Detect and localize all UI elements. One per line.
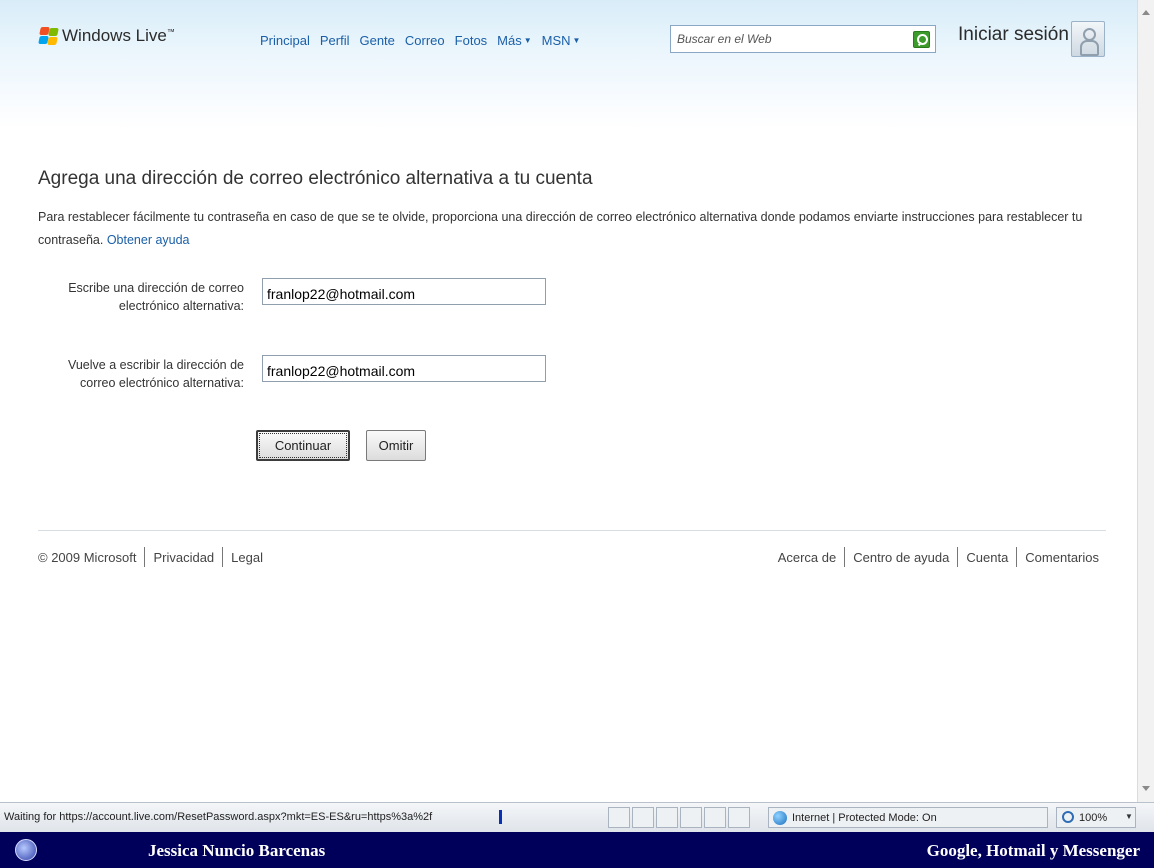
footer-separator — [144, 547, 146, 567]
nav-perfil[interactable]: Perfil — [320, 33, 350, 48]
confirm-email-label: Vuelve a escribir la dirección de correo… — [67, 358, 244, 390]
windows-flag-icon — [38, 27, 59, 45]
footer-link-comentarios[interactable]: Comentarios — [1025, 550, 1099, 565]
continue-button[interactable]: Continuar — [256, 430, 350, 461]
nav-correo[interactable]: Correo — [405, 33, 445, 48]
brand-name: Windows Live™ — [62, 26, 175, 45]
status-pane — [608, 807, 630, 828]
search-input[interactable] — [677, 32, 897, 46]
status-pane — [680, 807, 702, 828]
footer-separator — [844, 547, 846, 567]
footer-separator — [1016, 547, 1018, 567]
footer-right: Acerca de Centro de ayuda Cuenta Comenta… — [778, 547, 1099, 567]
scroll-up-arrow-icon[interactable] — [1142, 10, 1150, 15]
caret-down-icon[interactable]: ▼ — [1125, 812, 1133, 821]
nav-fotos[interactable]: Fotos — [455, 33, 488, 48]
security-zone-text: Internet | Protected Mode: On — [792, 812, 937, 824]
nav-gente[interactable]: Gente — [359, 33, 394, 48]
emblem-icon — [15, 839, 37, 861]
scroll-down-arrow-icon[interactable] — [1142, 786, 1150, 791]
zoom-level: 100% — [1079, 812, 1108, 824]
search-icon[interactable] — [913, 31, 930, 48]
help-link[interactable]: Obtener ayuda — [107, 233, 190, 247]
windows-live-logo[interactable]: Windows Live™ — [38, 26, 175, 46]
vertical-scrollbar[interactable] — [1137, 0, 1154, 802]
zoom-icon — [1062, 811, 1074, 823]
user-icon[interactable] — [1071, 21, 1105, 57]
footer-link-privacidad[interactable]: Privacidad — [153, 550, 214, 565]
signin-link[interactable]: Iniciar sesión — [958, 24, 1069, 46]
alt-email-input[interactable] — [262, 278, 546, 305]
footer-left: © 2009 Microsoft Privacidad Legal — [38, 547, 263, 567]
page-description: Para restablecer fácilmente tu contraseñ… — [38, 210, 1083, 247]
page-title: Agrega una dirección de correo electróni… — [38, 168, 593, 189]
footer-link-centro-de-ayuda[interactable]: Centro de ayuda — [853, 550, 949, 565]
alt-email-label: Escribe una dirección de correo electrón… — [68, 281, 244, 313]
nav-principal[interactable]: Principal — [260, 33, 310, 48]
status-pane — [656, 807, 678, 828]
nav-mas-dropdown[interactable]: Más ▼ — [497, 33, 531, 48]
footer-separator — [222, 547, 224, 567]
status-pane — [704, 807, 726, 828]
caption-bar: Jessica Nuncio Barcenas Google, Hotmail … — [0, 832, 1154, 868]
caret-down-icon: ▼ — [523, 36, 532, 45]
footer-link-cuenta[interactable]: Cuenta — [966, 550, 1008, 565]
status-pane — [728, 807, 750, 828]
nav-msn-dropdown[interactable]: MSN ▼ — [542, 33, 581, 48]
web-search-box — [670, 25, 936, 53]
caret-down-icon: ▼ — [572, 36, 581, 45]
footer-link-acerca-de[interactable]: Acerca de — [778, 550, 837, 565]
footer-link-legal[interactable]: Legal — [231, 550, 263, 565]
browser-viewport: Windows Live™ Principal Perfil Gente Cor… — [0, 0, 1137, 802]
skip-button[interactable]: Omitir — [366, 430, 426, 461]
progress-indicator — [499, 810, 502, 824]
globe-icon — [773, 811, 787, 825]
top-navigation: Principal Perfil Gente Correo Fotos Más ▼… — [260, 33, 590, 48]
caption-topic: Google, Hotmail y Messenger — [926, 841, 1140, 860]
caption-author: Jessica Nuncio Barcenas — [148, 841, 326, 860]
copyright: © 2009 Microsoft — [38, 549, 137, 565]
confirm-email-input[interactable] — [262, 355, 546, 382]
status-pane — [632, 807, 654, 828]
footer-separator — [957, 547, 959, 567]
header-bar: Windows Live™ Principal Perfil Gente Cor… — [0, 0, 1137, 130]
footer-divider — [38, 530, 1106, 531]
browser-status-bar: Waiting for https://account.live.com/Res… — [0, 802, 1154, 832]
status-text: Waiting for https://account.live.com/Res… — [4, 811, 433, 823]
